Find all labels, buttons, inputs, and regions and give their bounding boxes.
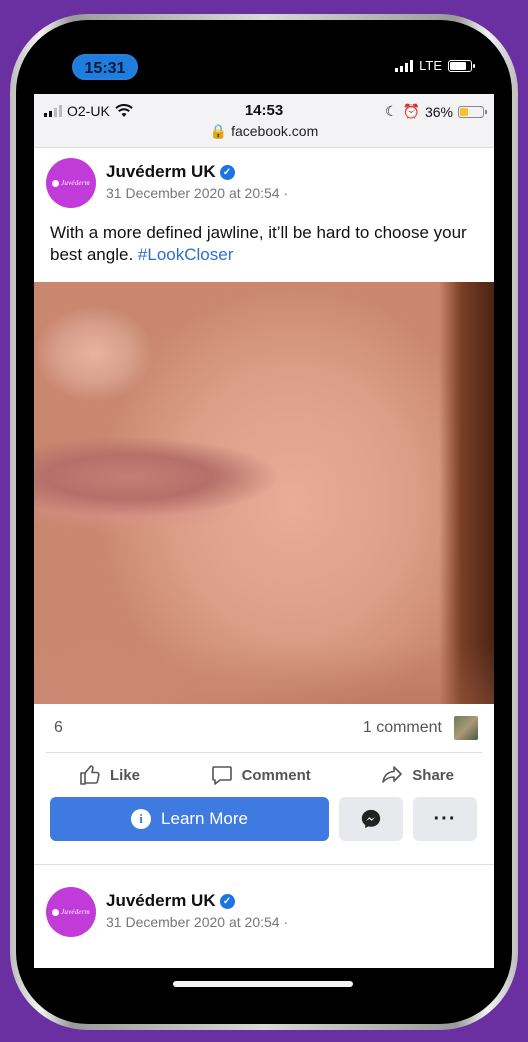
battery-icon <box>448 59 475 72</box>
learn-more-button[interactable]: i Learn More <box>50 797 329 841</box>
more-options-button[interactable]: ··· <box>413 797 477 841</box>
signal-icon <box>395 59 414 72</box>
post-header-text: Juvéderm UK ✓ 31 December 2020 at 20:54 … <box>106 158 288 201</box>
url-bar[interactable]: 🔒 facebook.com <box>34 123 494 140</box>
like-button[interactable]: Like <box>78 763 140 787</box>
image-hair <box>439 282 494 704</box>
more-dots-icon: ··· <box>433 808 457 830</box>
share-arrow-icon <box>382 766 403 783</box>
moon-icon: ☾ <box>384 103 398 119</box>
post-body: With a more defined jawline, it’ll be ha… <box>50 223 467 264</box>
post-stats: 6 1 comment <box>34 704 494 752</box>
post-image[interactable] <box>34 282 494 704</box>
post-header: Juvéderm Juvéderm UK ✓ 31 December 2020 … <box>34 877 494 941</box>
phone-bezel: 15:31 LTE O2-UK 14:53 🔒 facebook.com ☾ ⏰ <box>16 20 512 1024</box>
messenger-button[interactable] <box>339 797 403 841</box>
next-feed-post: Juvéderm Juvéderm UK ✓ 31 December 2020 … <box>34 865 494 941</box>
page-avatar[interactable]: Juvéderm <box>46 158 96 208</box>
battery-percent: 36% <box>424 103 453 120</box>
logo-icon <box>52 179 60 187</box>
verified-badge-icon: ✓ <box>219 893 235 909</box>
post-actions: Like Comment Share <box>34 753 494 797</box>
post-timestamp[interactable]: 31 December 2020 at 20:54 · <box>106 914 288 930</box>
thumbs-up-icon <box>80 765 100 785</box>
feed-separator <box>34 853 494 865</box>
ios-battery-icon <box>458 105 487 118</box>
ios-status-bar: O2-UK 14:53 🔒 facebook.com ☾ ⏰ 36% <box>34 94 494 148</box>
comment-button[interactable]: Comment <box>210 763 311 787</box>
url-text: facebook.com <box>231 123 319 139</box>
info-icon: i <box>131 809 152 829</box>
post-header: Juvéderm Juvéderm UK ✓ 31 December 2020 … <box>34 148 494 212</box>
network-label: LTE <box>419 58 442 73</box>
image-shadow <box>34 644 494 704</box>
outer-clock: 15:31 <box>72 54 138 80</box>
comments-summary[interactable]: 1 comment <box>363 716 478 740</box>
outer-status-bar: 15:31 LTE <box>16 20 512 100</box>
lock-icon: 🔒 <box>209 123 228 139</box>
alarm-icon: ⏰ <box>402 103 420 119</box>
post-timestamp[interactable]: 31 December 2020 at 20:54 · <box>106 185 288 201</box>
verified-badge-icon: ✓ <box>219 164 235 180</box>
reactions-count[interactable]: 6 <box>54 719 63 737</box>
browser-screen: O2-UK 14:53 🔒 facebook.com ☾ ⏰ 36% Juvéd… <box>34 94 494 968</box>
ios-status-right: ☾ ⏰ 36% <box>384 103 487 120</box>
share-button[interactable]: Share <box>380 763 454 787</box>
phone-frame: 15:31 LTE O2-UK 14:53 🔒 facebook.com ☾ ⏰ <box>10 14 518 1030</box>
post-text: With a more defined jawline, it’ll be ha… <box>34 212 494 282</box>
page-name[interactable]: Juvéderm UK <box>106 891 216 911</box>
home-indicator[interactable] <box>173 981 353 987</box>
feed-post: Juvéderm Juvéderm UK ✓ 31 December 2020 … <box>34 148 494 841</box>
page-name[interactable]: Juvéderm UK <box>106 162 216 182</box>
page-name-row: Juvéderm UK ✓ <box>106 891 288 911</box>
commenter-thumbnail <box>454 716 478 740</box>
post-header-text: Juvéderm UK ✓ 31 December 2020 at 20:54 … <box>106 887 288 930</box>
messenger-icon <box>361 809 381 829</box>
cta-row: i Learn More ··· <box>34 797 494 841</box>
page-name-row: Juvéderm UK ✓ <box>106 162 288 182</box>
logo-icon <box>52 908 60 916</box>
speech-bubble-icon <box>211 766 232 785</box>
page-avatar[interactable]: Juvéderm <box>46 887 96 937</box>
comments-count[interactable]: 1 comment <box>363 719 442 737</box>
outer-status-right: LTE <box>395 58 475 73</box>
hashtag-link[interactable]: #LookCloser <box>138 245 233 264</box>
